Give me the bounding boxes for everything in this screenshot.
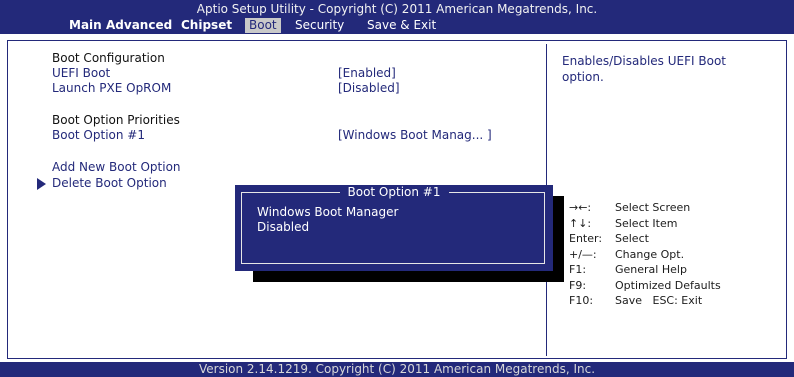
key-change-opt: +/—: — [569, 247, 597, 261]
key-change-opt-desc: Change Opt. — [615, 247, 685, 261]
section-boot-option-priorities: Boot Option Priorities — [52, 113, 180, 127]
key-select-screen-desc: Select Screen — [615, 201, 691, 214]
tab-save-exit[interactable]: Save & Exit — [367, 18, 436, 33]
key-f1-desc: General Help — [615, 263, 687, 276]
help-text: Enables/Disables UEFI Boot option. — [562, 54, 726, 84]
key-f1: F1: — [569, 263, 587, 276]
key-select-screen-icon: →←: — [569, 201, 592, 214]
key-f10: F10: — [569, 294, 594, 307]
key-enter-desc: Select — [615, 232, 649, 245]
add-new-boot-option[interactable]: Add New Boot Option — [52, 160, 181, 174]
boot-option-1-label[interactable]: Boot Option #1 — [52, 128, 145, 142]
tab-advanced[interactable]: Advanced — [106, 18, 172, 33]
tab-chipset[interactable]: Chipset — [181, 18, 232, 33]
launch-pxe-label[interactable]: Launch PXE OpROM — [52, 81, 171, 95]
utility-title: Aptio Setup Utility - Copyright (C) 2011… — [196, 2, 598, 16]
key-f9: F9: — [569, 278, 587, 292]
key-enter: Enter: — [569, 232, 603, 245]
boot-option-1-value[interactable]: [Windows Boot Manag... ] — [338, 128, 492, 142]
key-f9-desc: Optimized Defaults — [615, 278, 721, 292]
tab-main[interactable]: Main — [69, 18, 102, 33]
popup-option-windows-boot-manager[interactable]: Windows Boot Manager — [257, 205, 398, 219]
tab-security[interactable]: Security — [295, 18, 344, 33]
tab-boot[interactable]: Boot — [245, 18, 281, 33]
uefi-boot-value[interactable]: [Enabled] — [338, 66, 396, 80]
version-footer: Version 2.14.1219. Copyright (C) 2011 Am… — [198, 362, 596, 376]
top-bar: Aptio Setup Utility - Copyright (C) 2011… — [0, 0, 794, 34]
key-select-item-icon: ↑↓: — [569, 216, 592, 230]
popup-title-wrap: Boot Option #1 — [235, 185, 553, 199]
section-boot-configuration: Boot Configuration — [52, 51, 165, 65]
key-select-item-desc: Select Item — [615, 216, 678, 230]
popup-title: Boot Option #1 — [339, 185, 449, 199]
delete-boot-option[interactable]: Delete Boot Option — [52, 176, 167, 190]
popup-option-disabled[interactable]: Disabled — [257, 220, 309, 234]
boot-option-popup: Boot Option #1 Windows Boot Manager Disa… — [235, 185, 553, 271]
launch-pxe-value[interactable]: [Disabled] — [338, 81, 400, 95]
key-f10-desc: Save ESC: Exit — [615, 294, 703, 307]
selection-arrow-icon — [37, 178, 46, 190]
uefi-boot-label[interactable]: UEFI Boot — [52, 66, 110, 80]
bottom-bar: Version 2.14.1219. Copyright (C) 2011 Am… — [0, 362, 794, 377]
